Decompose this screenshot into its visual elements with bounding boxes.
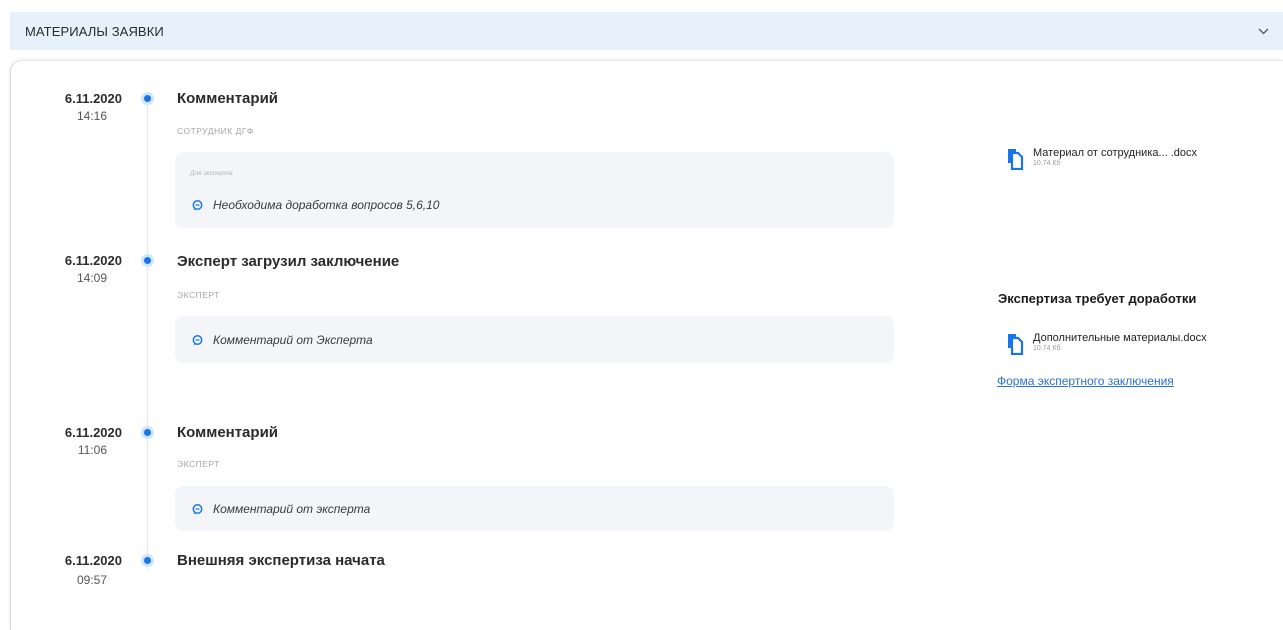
entry-time: 14:09 [76, 271, 107, 285]
comment-row: Необходима доработка вопросов 5,6,10 [192, 198, 439, 212]
file-attachment[interactable]: Материал от сотрудника... .docx 10.74 Кб [1004, 147, 1198, 171]
comment-hint: Для эксперта [190, 170, 233, 177]
chat-icon [192, 334, 203, 346]
comment-box: Для эксперта Необходима доработка вопрос… [175, 152, 894, 228]
document-copy-icon [1004, 333, 1024, 356]
file-size: 10.74 Кб [1033, 345, 1061, 352]
chat-icon [192, 503, 203, 515]
entry-time: 14:16 [76, 109, 107, 123]
entry-role: ЭКСПЕРТ [177, 459, 220, 469]
entry-title: Комментарий [177, 90, 279, 107]
entry-date: 6.11.2020 [64, 425, 122, 440]
comment-text: Комментарий от эксперта [213, 502, 371, 516]
entry-title: Комментарий [177, 424, 279, 441]
file-name: Дополнительные материалы.docx [1033, 332, 1207, 344]
entry-date: 6.11.2020 [64, 91, 122, 106]
comment-box: Комментарий от эксперта [175, 486, 894, 531]
comment-box: Комментарий от Эксперта [175, 316, 894, 363]
file-name: Материал от сотрудника... .docx [1033, 147, 1198, 159]
timeline-dot [141, 92, 154, 105]
chevron-down-icon[interactable] [1257, 25, 1269, 37]
document-copy-icon [1004, 148, 1024, 171]
timeline-dot [141, 554, 154, 567]
entry-role: СОТРУДНИК ДГФ [177, 126, 254, 136]
entry-title: Внешняя экспертиза начата [177, 552, 385, 569]
comment-row: Комментарий от Эксперта [192, 333, 373, 347]
header-title: МАТЕРИАЛЫ ЗАЯВКИ [25, 23, 164, 39]
file-attachment[interactable]: Дополнительные материалы.docx 10.74 Кб [1004, 332, 1207, 356]
entry-date: 6.11.2020 [64, 253, 122, 268]
chat-icon [192, 199, 203, 211]
comment-text: Комментарий от Эксперта [213, 333, 373, 347]
expert-conclusion-form-link[interactable]: Форма экспертного заключения [997, 374, 1174, 388]
entry-title: Эксперт загрузил заключение [177, 253, 400, 270]
expertise-status-title: Экспертиза требует доработки [998, 291, 1197, 306]
entry-date: 6.11.2020 [64, 553, 122, 568]
file-size: 10.74 Кб [1033, 160, 1061, 167]
comment-row: Комментарий от эксперта [192, 502, 370, 516]
timeline-dot [141, 254, 154, 267]
comment-text: Необходима доработка вопросов 5,6,10 [213, 198, 440, 212]
timeline-dot [141, 426, 154, 439]
timeline-line [147, 100, 148, 570]
entry-time: 09:57 [76, 573, 107, 587]
entry-time: 11:06 [77, 443, 107, 457]
materials-header[interactable]: МАТЕРИАЛЫ ЗАЯВКИ [10, 12, 1283, 50]
entry-role: ЭКСПЕРТ [177, 290, 220, 300]
